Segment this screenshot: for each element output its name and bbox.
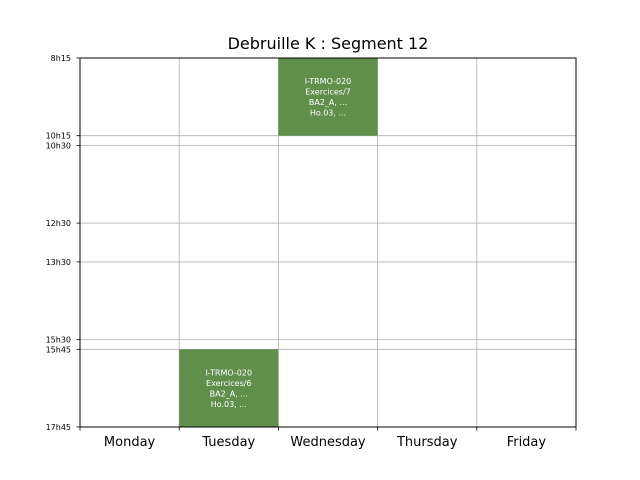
x-tick-label-monday: Monday bbox=[104, 435, 156, 450]
y-tick-label: 15h30 bbox=[46, 336, 71, 345]
chart-title: Debruille K : Segment 12 bbox=[228, 34, 429, 53]
y-tick-label: 8h15 bbox=[51, 54, 71, 63]
x-axis-ticks: Monday Tuesday Wednesday Thursday Friday bbox=[79, 427, 577, 450]
x-tick-label-thursday: Thursday bbox=[396, 435, 458, 450]
event-block bbox=[278, 58, 378, 136]
y-tick-label: 10h30 bbox=[46, 141, 71, 150]
y-tick-label: 12h30 bbox=[46, 219, 71, 228]
x-tick-label-wednesday: Wednesday bbox=[290, 435, 366, 450]
y-tick-label: 10h15 bbox=[46, 132, 71, 141]
event-label-line: I-TRMO-020 bbox=[206, 368, 253, 377]
event-label-line: Ho.03, ... bbox=[211, 400, 247, 409]
y-tick-label: 13h30 bbox=[46, 258, 71, 267]
y-tick-label: 17h45 bbox=[46, 423, 71, 432]
event-label-line: Ho.03, ... bbox=[310, 109, 346, 118]
timetable-chart: Debruille K : Segment 12 I-TRMO-020 Exerc… bbox=[46, 34, 577, 450]
x-tick-label-tuesday: Tuesday bbox=[201, 435, 255, 450]
event-label-line: BA2_A, ... bbox=[309, 98, 347, 107]
y-axis-ticks: 8h15 10h1510h30 12h30 13h30 15h3015h45 17h45 bbox=[46, 54, 80, 432]
event-label-line: BA2_A, ... bbox=[210, 389, 248, 398]
event-label-line: I-TRMO-020 bbox=[305, 77, 352, 86]
y-tick-label: 15h45 bbox=[46, 345, 71, 354]
event-label-line: Exercices/6 bbox=[206, 379, 251, 388]
event-block bbox=[179, 349, 279, 427]
x-tick-label-friday: Friday bbox=[507, 435, 547, 450]
event-label-line: Exercices/7 bbox=[305, 88, 350, 97]
